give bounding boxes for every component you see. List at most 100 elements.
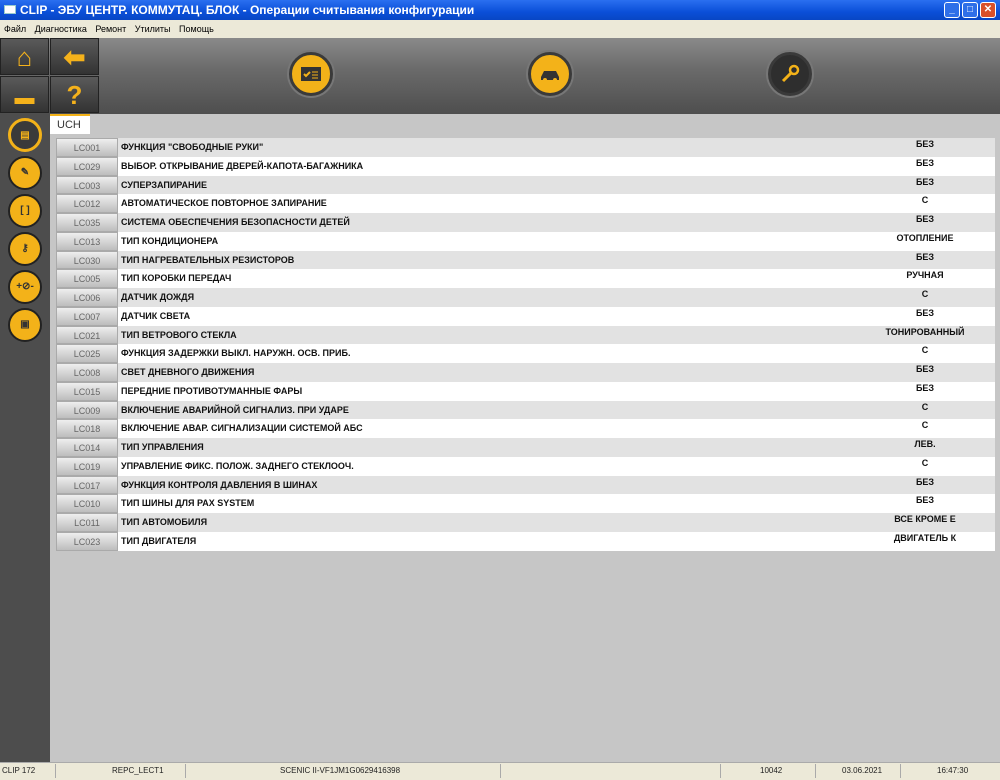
parameter-value: С — [921, 420, 929, 431]
parameter-value: БЕЗ — [915, 495, 935, 506]
parameter-value: БЕЗ — [915, 364, 935, 374]
parameter-label: УПРАВЛЕНИЕ ФИКС. ПОЛОЖ. ЗАДНЕГО СТЕКЛООЧ… — [121, 460, 354, 471]
parameter-label: ФУНКЦИЯ ЗАДЕРЖКИ ВЫКЛ. НАРУЖН. ОСВ. ПРИБ… — [121, 348, 351, 359]
parameter-label: СУПЕРЗАПИРАНИЕ — [121, 179, 207, 190]
help-button[interactable]: ? — [50, 76, 99, 113]
parameter-label: ДАТЧИК СВЕТА — [121, 310, 191, 321]
minimize-button[interactable]: _ — [944, 2, 960, 18]
printer-icon: ▬ — [14, 87, 35, 109]
status-vehicle: SCENIC II-VF1JM1G0629416398 — [280, 766, 401, 775]
parameter-label: ТИП ШИНЫ ДЛЯ PAX SYSTEM — [121, 498, 255, 509]
parameter-code-button[interactable]: LC009 — [56, 400, 118, 420]
parameter-label: СИСТЕМА ОБЕСПЕЧЕНИЯ БЕЗОПАСНОСТИ ДЕТЕЙ — [121, 217, 350, 227]
table-row: LC003 СУПЕРЗАПИРАНИЕ БЕЗ — [56, 175, 995, 195]
menu-bar: Файл Диагностика Ремонт Утилиты Помощь — [0, 20, 1000, 38]
parameter-label: ТИП УПРАВЛЕНИЯ — [121, 442, 204, 452]
parameter-label: ФУНКЦИЯ "СВОБОДНЫЕ РУКИ" — [121, 142, 264, 152]
ecu-edit-icon: ✎ — [20, 167, 30, 178]
parameter-code-button[interactable]: LC021 — [56, 325, 118, 345]
parameter-code-button[interactable]: LC010 — [56, 494, 118, 513]
menu-help[interactable]: Помощь — [179, 24, 214, 34]
parameter-label: ТИП ДВИГАТЕЛЯ — [121, 535, 197, 546]
ecu-read-icon: ▤ — [20, 130, 30, 141]
sidebar-ecu-config-write[interactable]: ✎ — [8, 156, 42, 190]
sidebar-connector[interactable]: [ ] — [8, 194, 42, 228]
config-read-button[interactable] — [289, 52, 333, 96]
parameter-code-button[interactable]: LC017 — [56, 475, 118, 495]
parameter-code-button[interactable]: LC023 — [56, 531, 118, 551]
parameter-code-button[interactable]: LC019 — [56, 456, 118, 476]
parameter-code-button[interactable]: LC029 — [56, 156, 118, 176]
table-row: LC015 ПЕРЕДНИЕ ПРОТИВОТУМАННЫЕ ФАРЫ БЕЗ — [56, 381, 995, 401]
sidebar-key-programming[interactable]: ⚷ — [8, 232, 42, 266]
parameter-value: С — [921, 289, 929, 299]
table-row: LC008 СВЕТ ДНЕВНОГО ДВИЖЕНИЯ БЕЗ — [56, 363, 995, 382]
parameter-code-button[interactable]: LC008 — [56, 363, 118, 382]
home-button[interactable]: ⌂ — [0, 38, 49, 75]
sidebar-ecu-config-read[interactable]: ▤ — [8, 118, 42, 152]
parameter-code-button[interactable]: LC006 — [56, 288, 118, 307]
main-panel: UCH LC001 ФУНКЦИЯ "СВОБОДНЫЕ РУКИ" БЕЗ LC02… — [50, 114, 1000, 762]
parameter-code-button[interactable]: LC015 — [56, 381, 118, 401]
parameter-code-button[interactable]: LC013 — [56, 231, 118, 251]
parameter-code-button[interactable]: LC035 — [56, 213, 118, 232]
back-button[interactable]: ⬅ — [50, 38, 99, 75]
parameter-value: С — [921, 457, 929, 468]
parameter-value: БЕЗ — [915, 176, 935, 187]
print-button[interactable]: ▬ — [0, 76, 49, 113]
parameter-code-button[interactable]: LC025 — [56, 344, 118, 363]
checklist-icon — [301, 67, 321, 81]
tab-uch[interactable]: UCH — [50, 114, 90, 134]
toolbar: ⌂ ⬅ ▬ ? — [0, 38, 1000, 114]
parameter-value: БЕЗ — [915, 251, 935, 262]
parameter-code-button[interactable]: LC001 — [56, 138, 118, 157]
sidebar-ecu-replace[interactable]: ▣ — [8, 308, 42, 342]
plus-minus-icon: +⊘- — [16, 281, 34, 292]
parameter-code-button[interactable]: LC018 — [56, 419, 118, 438]
status-time: 16:47:30 — [937, 766, 969, 775]
menu-repair[interactable]: Ремонт — [95, 24, 126, 34]
menu-diagnostics[interactable]: Диагностика — [35, 24, 87, 34]
table-row: LC018 ВКЛЮЧЕНИЕ АВАР. СИГНАЛИЗАЦИИ СИСТЕМ… — [56, 419, 995, 438]
home-icon: ⌂ — [16, 42, 33, 72]
parameter-label: ТИП КОНДИЦИОНЕРА — [121, 235, 219, 246]
key-icon: ⚷ — [21, 243, 29, 254]
parameter-label: ТИП КОРОБКИ ПЕРЕДАЧ — [121, 273, 232, 284]
table-row: LC006 ДАТЧИК ДОЖДЯ С — [56, 288, 995, 307]
parameter-label: ФУНКЦИЯ КОНТРОЛЯ ДАВЛЕНИЯ В ШИНАХ — [121, 479, 318, 490]
question-icon: ? — [66, 80, 83, 110]
parameter-code-button[interactable]: LC003 — [56, 175, 118, 195]
menu-file[interactable]: Файл — [4, 24, 26, 34]
sidebar-actuator-test[interactable]: +⊘- — [8, 270, 42, 304]
parameter-value: ЛЕВ. — [914, 439, 936, 449]
table-row: LC005 ТИП КОРОБКИ ПЕРЕДАЧ РУЧНАЯ — [56, 269, 995, 288]
table-row: LC010 ТИП ШИНЫ ДЛЯ PAX SYSTEM БЕЗ — [56, 494, 995, 513]
title-bar: CLIP - ЭБУ ЦЕНТР. КОММУТАЦ. БЛОК - Опера… — [0, 0, 1000, 20]
table-row: LC014 ТИП УПРАВЛЕНИЯ ЛЕВ. — [56, 438, 995, 457]
repair-button[interactable] — [768, 52, 812, 96]
parameter-label: ТИП ВЕТРОВОГО СТЕКЛА — [121, 329, 237, 340]
parameter-code-button[interactable]: LC007 — [56, 306, 118, 326]
menu-utilities[interactable]: Утилиты — [135, 24, 171, 34]
table-row: LC017 ФУНКЦИЯ КОНТРОЛЯ ДАВЛЕНИЯ В ШИНАХ БЕ… — [56, 475, 995, 495]
parameter-code-button[interactable]: LC030 — [56, 250, 118, 270]
parameter-value: БЕЗ — [915, 476, 935, 487]
table-row: LC021 ТИП ВЕТРОВОГО СТЕКЛА ТОНИРОВАННЫЙ — [56, 325, 995, 345]
vehicle-button[interactable] — [528, 52, 572, 96]
parameter-value: С — [921, 195, 929, 206]
parameter-label: АВТОМАТИЧЕСКОЕ ПОВТОРНОЕ ЗАПИРАНИЕ — [121, 198, 327, 209]
window-title: CLIP - ЭБУ ЦЕНТР. КОММУТАЦ. БЛОК - Опера… — [20, 3, 475, 17]
parameter-code-button[interactable]: LC011 — [56, 513, 118, 532]
sidebar: ▤ ✎ [ ] ⚷ +⊘- ▣ — [0, 114, 50, 762]
table-row: LC012 АВТОМАТИЧЕСКОЕ ПОВТОРНОЕ ЗАПИРАНИЕ С — [56, 194, 995, 213]
table-row: LC035 СИСТЕМА ОБЕСПЕЧЕНИЯ БЕЗОПАСНОСТИ ДЕ… — [56, 213, 995, 232]
parameter-code-button[interactable]: LC014 — [56, 438, 118, 457]
maximize-button[interactable]: □ — [962, 2, 978, 18]
config-table: LC001 ФУНКЦИЯ "СВОБОДНЫЕ РУКИ" БЕЗ LC029 ВЫБ… — [56, 138, 995, 551]
status-operation: REPC_LECT1 — [112, 766, 164, 775]
parameter-code-button[interactable]: LC012 — [56, 194, 118, 213]
close-button[interactable]: ✕ — [980, 2, 996, 18]
parameter-value: ВСЕ КРОМЕ Е — [894, 514, 956, 524]
status-date: 03.06.2021 — [842, 766, 883, 775]
parameter-code-button[interactable]: LC005 — [56, 269, 118, 288]
